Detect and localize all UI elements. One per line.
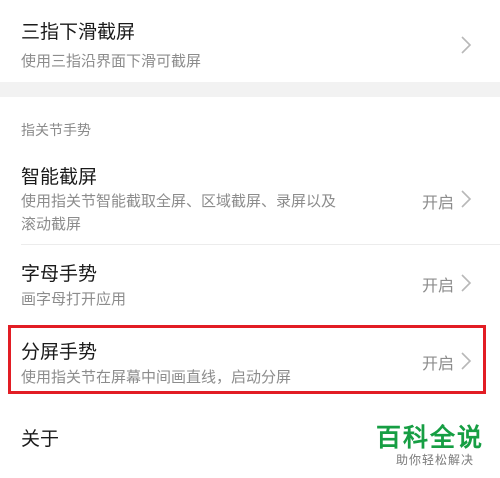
letter-gesture-item[interactable]: 字母手势 画字母打开应用 开启 [0, 248, 500, 318]
letter-gesture-title: 字母手势 [21, 263, 98, 285]
three-finger-title: 三指下滑截屏 [21, 21, 136, 43]
split-screen-gesture-title: 分屏手势 [21, 341, 98, 363]
letter-gesture-status: 开启 [421, 276, 454, 295]
smart-screenshot-title: 智能截屏 [21, 166, 98, 188]
three-finger-card: 三指下滑截屏 使用三指沿界面下滑可截屏 [0, 0, 500, 82]
three-finger-screenshot-item[interactable]: 三指下滑截屏 使用三指沿界面下滑可截屏 [0, 0, 500, 82]
chevron-right-icon [458, 273, 474, 293]
smart-screenshot-subtitle-line2: 滚动截屏 [21, 215, 82, 233]
section-header-knuckle-gestures: 指关节手势 [21, 123, 91, 139]
divider [21, 244, 500, 245]
letter-gesture-subtitle: 画字母打开应用 [21, 290, 127, 308]
watermark-slogan: 助你轻松解决 [395, 453, 474, 467]
chevron-right-icon [458, 351, 474, 371]
smart-screenshot-item[interactable]: 智能截屏 使用指关节智能截取全屏、区域截屏、录屏以及 滚动截屏 开启 [0, 152, 500, 240]
smart-screenshot-status: 开启 [421, 193, 454, 212]
chevron-right-icon [458, 35, 474, 55]
split-screen-gesture-subtitle: 使用指关节在屏幕中间画直线，启动分屏 [21, 368, 292, 386]
about-title: 关于 [21, 428, 60, 450]
watermark-logo-text: 百科全说 [375, 423, 484, 452]
chevron-right-icon [458, 189, 474, 209]
three-finger-subtitle: 使用三指沿界面下滑可截屏 [21, 52, 202, 70]
split-screen-gesture-item[interactable]: 分屏手势 使用指关节在屏幕中间画直线，启动分屏 开启 [0, 326, 500, 394]
smart-screenshot-subtitle-line1: 使用指关节智能截取全屏、区域截屏、录屏以及 [21, 192, 337, 210]
split-screen-gesture-status: 开启 [421, 354, 454, 373]
